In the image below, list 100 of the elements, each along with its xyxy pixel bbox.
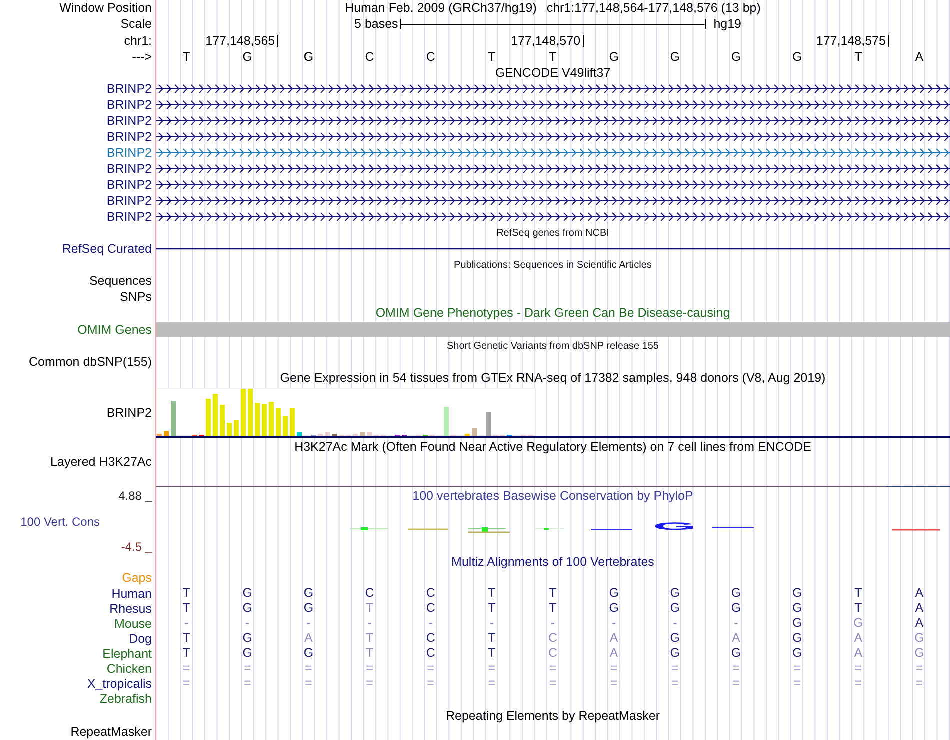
base-letter: A bbox=[915, 602, 924, 615]
base-letter: T bbox=[488, 587, 496, 600]
base-letter: = bbox=[671, 677, 679, 690]
base-letter: A bbox=[854, 647, 863, 660]
base-letter: = bbox=[671, 662, 679, 675]
track-label[interactable]: ---> bbox=[132, 50, 152, 64]
track-label[interactable]: BRINP2 bbox=[106, 130, 152, 144]
base-letter: G bbox=[304, 587, 314, 600]
track-label[interactable]: BRINP2 bbox=[106, 146, 152, 160]
track-title: GENCODE V49lift37 bbox=[495, 66, 611, 80]
track-label[interactable]: Dog bbox=[129, 632, 152, 646]
base-letter: = bbox=[366, 677, 374, 690]
track-label[interactable]: Rhesus bbox=[110, 602, 152, 616]
base-letter: = bbox=[427, 662, 434, 675]
track-label[interactable]: Common dbSNP(155) bbox=[29, 355, 152, 369]
coordinate-text: 177,148,570 bbox=[511, 34, 582, 48]
track-label[interactable]: Mouse bbox=[114, 616, 152, 630]
base-letter: = bbox=[244, 662, 252, 675]
base-letter: = bbox=[427, 677, 434, 690]
track-label[interactable]: BRINP2 bbox=[106, 162, 152, 176]
base-letter: T bbox=[488, 602, 496, 615]
base-letter: T bbox=[182, 647, 190, 660]
track-label[interactable]: BRINP2 bbox=[106, 210, 152, 224]
track-label[interactable]: X_tropicalis bbox=[87, 676, 152, 690]
expression-bar bbox=[297, 432, 302, 436]
base-letter: G bbox=[731, 602, 742, 615]
base-letter: G bbox=[914, 647, 924, 660]
track-label[interactable]: Layered H3K27Ac bbox=[50, 455, 152, 469]
base-letter: = bbox=[488, 662, 496, 675]
base-letter: = bbox=[794, 662, 801, 675]
base-letter: = bbox=[610, 677, 618, 690]
track-label[interactable]: chr1: bbox=[124, 34, 152, 48]
base-letter: T bbox=[182, 602, 190, 615]
base-letter: = bbox=[732, 662, 740, 675]
base-letter: = bbox=[182, 677, 190, 690]
base-letter: A bbox=[915, 587, 924, 600]
base-letter: G bbox=[670, 602, 680, 615]
base-letter: C bbox=[365, 587, 374, 600]
gene-line-drawing[interactable] bbox=[156, 248, 950, 250]
track-label[interactable]: Human bbox=[112, 586, 152, 600]
track-label[interactable]: BRINP2 bbox=[106, 114, 152, 128]
tick-mark bbox=[888, 34, 889, 46]
track-title: OMIM Gene Phenotypes - Dark Green Can Be Disease-causing bbox=[376, 306, 730, 320]
base-letter: T bbox=[182, 632, 190, 645]
base-letter: T bbox=[854, 602, 862, 615]
base-letter: - bbox=[490, 617, 494, 630]
track-label[interactable]: Chicken bbox=[106, 662, 152, 676]
track-label[interactable]: Window Position bbox=[60, 1, 152, 15]
base-letter: G bbox=[609, 587, 619, 600]
track-label[interactable]: 100 Vert. Cons bbox=[20, 514, 152, 528]
base-letter: A bbox=[732, 632, 740, 645]
expression-bar bbox=[360, 432, 365, 436]
track-label[interactable]: RefSeq Curated bbox=[62, 242, 152, 256]
base-letter: A bbox=[304, 632, 313, 645]
base-letter: G bbox=[792, 602, 802, 615]
expression-bar bbox=[269, 402, 274, 436]
expression-bar bbox=[164, 431, 169, 436]
track-label[interactable]: OMIM Genes bbox=[78, 322, 152, 336]
axis-min-label: -4.5 _ bbox=[121, 540, 152, 554]
track-label[interactable]: BRINP2 bbox=[106, 98, 152, 112]
expression-bar bbox=[248, 389, 253, 436]
track-label[interactable]: RepeatMasker bbox=[70, 725, 152, 739]
track-label[interactable]: Sequences bbox=[89, 274, 152, 288]
track-label[interactable]: BRINP2 bbox=[106, 82, 152, 96]
base-letter: G bbox=[242, 50, 252, 64]
base-letter: = bbox=[732, 677, 740, 690]
track-title: Short Genetic Variants from dbSNP release 155 bbox=[447, 340, 659, 352]
base-letter: T bbox=[366, 647, 374, 660]
axis-max-label: 4.88 _ bbox=[118, 489, 152, 503]
base-letter: C bbox=[426, 632, 436, 645]
position-text: chr1:177,148,564-177,148,576 (13 bp) bbox=[546, 1, 761, 15]
base-letter: G bbox=[792, 632, 802, 645]
track-title: Multiz Alignments of 100 Vertebrates bbox=[452, 555, 654, 569]
base-letter: C bbox=[548, 647, 558, 660]
base-letter: G bbox=[792, 647, 802, 660]
expression-bar bbox=[367, 432, 372, 436]
base-letter: G bbox=[304, 602, 314, 615]
track-label[interactable]: Elephant bbox=[102, 646, 152, 660]
base-letter: A bbox=[915, 617, 924, 630]
base-letter: A bbox=[610, 632, 618, 645]
track-label[interactable]: BRINP2 bbox=[106, 194, 152, 208]
expression-bar bbox=[234, 420, 239, 436]
track-label[interactable]: BRINP2 bbox=[106, 178, 152, 192]
base-letter: G bbox=[609, 602, 619, 615]
base-letter: T bbox=[488, 632, 496, 645]
expression-bar bbox=[262, 404, 267, 436]
base-letter: G bbox=[731, 587, 742, 600]
expression-bar bbox=[486, 412, 491, 436]
track-label[interactable]: BRINP2 bbox=[106, 406, 152, 420]
track-label[interactable]: Zebrafish bbox=[100, 692, 152, 706]
expression-bar bbox=[171, 401, 176, 436]
base-letter: - bbox=[428, 617, 433, 630]
track-label[interactable]: SNPs bbox=[120, 290, 152, 304]
base-letter: C bbox=[426, 602, 436, 615]
base-letter: G bbox=[242, 647, 252, 660]
expression-bar bbox=[241, 389, 246, 436]
base-letter: G bbox=[242, 632, 252, 645]
base-letter: = bbox=[549, 677, 557, 690]
base-letter: A bbox=[854, 632, 863, 645]
track-label[interactable]: Scale bbox=[120, 17, 152, 31]
